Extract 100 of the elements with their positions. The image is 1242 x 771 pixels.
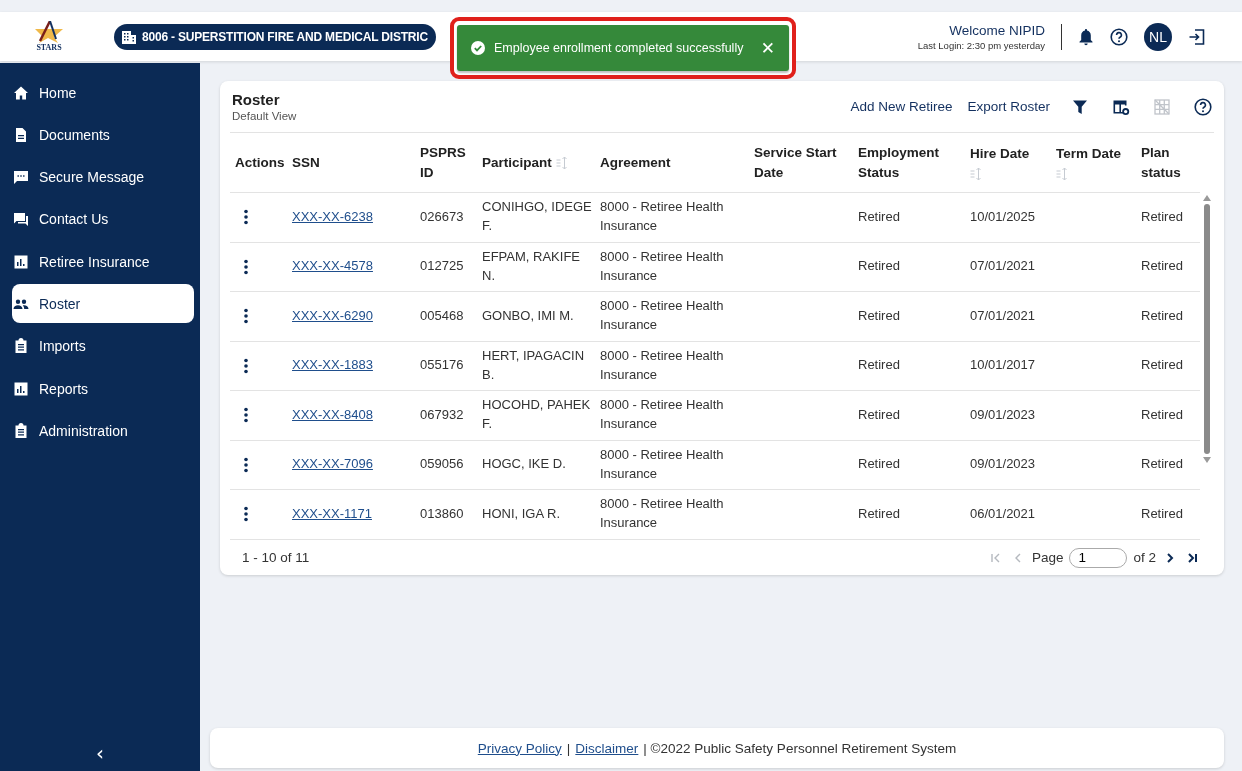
toolbar-link[interactable]: Add New Retiree — [850, 99, 953, 114]
clipboard-icon — [13, 338, 29, 355]
ssn-link[interactable]: XXX-XX-1883 — [292, 356, 373, 376]
toast-message: Employee enrollment completed successfully — [494, 41, 745, 55]
chat-icon — [13, 211, 29, 228]
table-cell-text: 8000 - Retiree Health Insurance — [600, 396, 725, 434]
table-cell-text: 8000 - Retiree Health Insurance — [600, 445, 725, 483]
column-header: Agreement — [599, 153, 672, 172]
collapse-button[interactable]: ‹ — [90, 741, 110, 771]
ssn-link[interactable]: XXX-XX-6290 — [292, 306, 373, 326]
table-cell-text: HOGC, IKE D. — [482, 455, 566, 474]
table-cell-text: 005468 — [420, 306, 464, 325]
chart-icon — [13, 253, 29, 270]
more-options-icon[interactable] — [244, 456, 248, 473]
table-cell-text: Retired — [1141, 405, 1183, 424]
nav-item[interactable]: Retiree Insurance — [12, 242, 194, 282]
toolbar-link[interactable]: Export Roster — [967, 99, 1050, 114]
ssn-link[interactable]: XXX-XX-6238 — [292, 207, 373, 227]
check-circle-icon — [471, 41, 485, 55]
table-cell-text: 012725 — [420, 257, 464, 276]
ssn-link[interactable]: XXX-XX-8408 — [292, 405, 373, 425]
table-cell-text: 8000 - Retiree Health Insurance — [600, 346, 725, 384]
table-cell-text: 059056 — [420, 455, 464, 474]
table-cell-text: 8000 - Retiree Health Insurance — [600, 297, 725, 335]
table-cell-text: Retired — [858, 207, 900, 226]
close-button[interactable]: ✕ — [756, 38, 779, 58]
table-cell-text: Retired — [858, 356, 900, 375]
stars-logo[interactable]: STARS — [30, 21, 68, 52]
document-icon — [13, 126, 29, 143]
view-name: Default View — [232, 110, 297, 122]
column-header: SSN — [291, 153, 321, 172]
table-cell-text: HERT, IPAGACIN B. — [482, 346, 586, 384]
welcome-text: Welcome NIPID — [949, 22, 1045, 38]
nav-item[interactable]: Documents — [12, 115, 194, 155]
home-icon — [13, 84, 29, 101]
table-cell-text: 09/01/2023 — [970, 455, 1036, 474]
table-cell-text: 07/01/2021 — [970, 257, 1036, 276]
help-icon[interactable] — [1194, 97, 1212, 116]
table-cell-text: Retired — [1141, 306, 1183, 325]
more-options-icon[interactable] — [244, 209, 248, 226]
table-cell-text: HONI, IGA R. — [482, 504, 560, 523]
table-cell-text: Retired — [1141, 356, 1183, 375]
help-icon[interactable] — [1110, 27, 1128, 46]
nav-item[interactable]: Administration — [12, 411, 194, 451]
message-icon — [13, 169, 29, 186]
chart-icon — [13, 380, 29, 397]
last-login-text: Last Login: 2:30 pm yesterday — [917, 39, 1045, 51]
last-page-icon[interactable] — [1186, 551, 1198, 564]
table-cell-text: Retired — [1141, 455, 1183, 474]
footer-link[interactable]: Disclaimer — [575, 740, 639, 756]
footer-link[interactable]: Privacy Policy — [477, 740, 562, 756]
table-cell-text: 055176 — [420, 356, 464, 375]
table-cell-text: HOCOHD, PAHEK F. — [482, 396, 592, 434]
page-input[interactable]: 1 — [1069, 547, 1128, 568]
ssn-link[interactable]: XXX-XX-4578 — [292, 257, 373, 277]
more-options-icon[interactable] — [244, 357, 248, 374]
page-total: of 2 — [1133, 550, 1156, 565]
scroll-up-icon[interactable] — [1203, 195, 1211, 201]
more-options-icon[interactable] — [244, 506, 248, 523]
table-cell-text: Retired — [858, 306, 900, 325]
table-cell-text: 013860 — [420, 504, 464, 523]
nav-item[interactable]: Roster — [12, 284, 194, 324]
card-title: Roster — [232, 91, 281, 108]
column-header: Actions — [234, 153, 286, 172]
footer-text: | ©2022 Public Safety Personnel Retirement System — [643, 740, 957, 756]
column-header[interactable]: Term Date — [1051, 133, 1136, 192]
table-cell-text: 8000 - Retiree Health Insurance — [600, 198, 725, 236]
table-cell-text: 8000 - Retiree Health Insurance — [600, 495, 725, 533]
nav-item[interactable]: Home — [12, 73, 194, 112]
ssn-link[interactable]: XXX-XX-1171 — [292, 504, 372, 524]
record-count: 1 - 10 of 11 — [242, 550, 310, 565]
clipboard-icon — [13, 422, 29, 439]
next-page-icon[interactable] — [1164, 551, 1176, 564]
more-options-icon[interactable] — [244, 308, 248, 325]
column-header[interactable]: Hire Date — [965, 133, 1051, 192]
ssn-link[interactable]: XXX-XX-7096 — [292, 455, 373, 475]
scroll-down-icon[interactable] — [1203, 457, 1211, 463]
nav-item[interactable]: Contact Us — [12, 199, 194, 239]
employer-selector[interactable]: 8006 - SUPERSTITION FIRE AND MEDICAL DISTRIC — [114, 23, 436, 50]
nav-item[interactable]: Secure Message — [12, 157, 194, 197]
column-header[interactable]: Participant — [477, 133, 595, 192]
nav-item[interactable]: Reports — [12, 369, 194, 409]
more-options-icon[interactable] — [244, 407, 248, 424]
table-cell-text: Retired — [858, 405, 900, 424]
table-cell-text: 07/01/2021 — [970, 306, 1036, 325]
table-cell-text: 06/01/2021 — [970, 504, 1036, 523]
footer-text: | — [566, 740, 571, 756]
nav-item[interactable]: Imports — [12, 326, 194, 366]
column-header: Plan status — [1140, 143, 1182, 182]
table-cell-text: GONBO, IMI M. — [482, 306, 574, 325]
logout-icon[interactable] — [1188, 27, 1206, 46]
table-cell-text: CONIHGO, IDEGE F. — [482, 198, 593, 236]
table-cell-text: Retired — [1141, 257, 1183, 276]
table-cell-text: 026673 — [420, 207, 464, 226]
more-options-icon[interactable] — [244, 258, 248, 275]
table-cell-text: Retired — [858, 455, 900, 474]
bell-icon[interactable] — [1078, 27, 1094, 46]
user-avatar[interactable]: NL — [1144, 22, 1172, 51]
table-cell-text: 10/01/2025 — [970, 207, 1036, 226]
table-cell-text: 8000 - Retiree Health Insurance — [600, 247, 725, 285]
